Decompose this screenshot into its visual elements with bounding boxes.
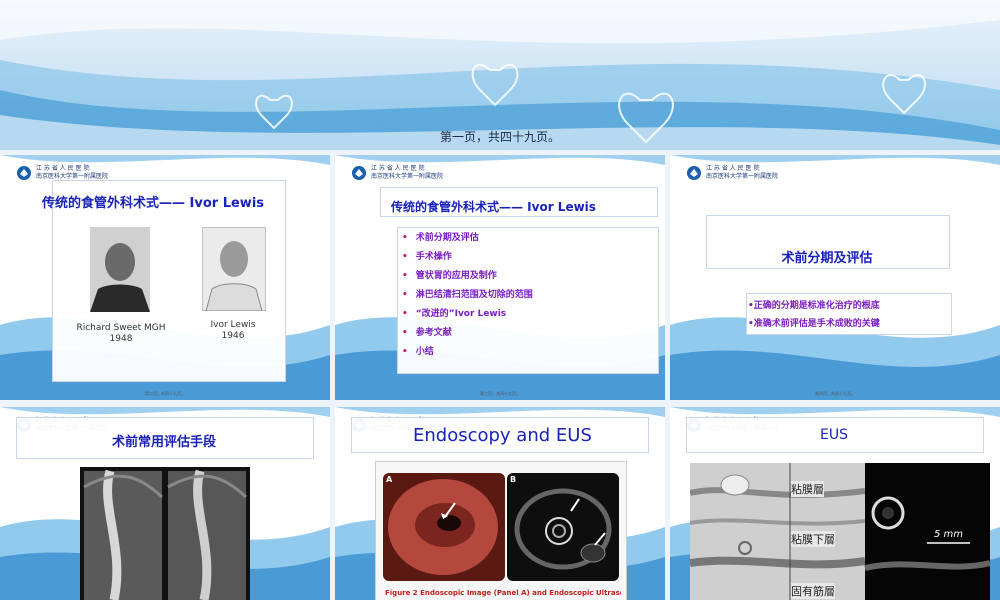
photo2-caption-year: 1946 — [221, 331, 245, 341]
photo2-caption-name: Ivor Lewis — [210, 320, 256, 330]
page-count-caption: 第一页，共四十九页。 — [439, 130, 560, 144]
photo-richard-sweet — [90, 227, 150, 312]
photo1-caption: Richard Sweet MGH 1948 — [66, 323, 176, 345]
eus-layer-label: 粘膜層 — [791, 481, 824, 497]
hospital-name: 江 苏 省 人 民 医 院 — [36, 165, 90, 172]
slide-thumbnail-5[interactable]: 江 苏 省 人 民 医 院南京医科大学第一附属医院 术前常用评估手段 — [0, 407, 330, 600]
photo1-caption-year: 1948 — [109, 334, 133, 344]
agenda-item: • “改进的”Ivor Lewis — [402, 309, 507, 319]
slide-wave-background — [670, 155, 1000, 400]
hospital-emblem-icon — [352, 166, 366, 180]
slide-title: 传统的食管外科术式—— Ivor Lewis — [42, 196, 265, 211]
slide-footer: 第三页，共四十九页。 — [480, 391, 520, 396]
photo-ivor-lewis — [202, 227, 266, 311]
panel-label-b: B — [510, 475, 517, 484]
hospital-subname: 南京医科大学第一附属医院 — [371, 173, 444, 180]
slide-thumbnail-2[interactable]: 江 苏 省 人 民 医 院南京医科大学第一附属医院 传统的食管外科术式—— Iv… — [0, 155, 330, 400]
slide-title: 术前分期及评估 — [781, 251, 873, 266]
slide-title: EUS — [820, 427, 848, 443]
endoscopic-image — [383, 473, 505, 581]
hospital-subname: 南京医科大学第一附属医院 — [706, 173, 779, 180]
hospital-logo: 江 苏 省 人 民 医 院南京医科大学第一附属医院 — [351, 165, 443, 181]
slide-footer: 第四页，共四十九页。 — [815, 391, 855, 396]
agenda-item: • 淋巴结清扫范围及切除的范围 — [402, 290, 533, 300]
photo2-caption: Ivor Lewis 1946 — [186, 320, 280, 342]
slide-title: 传统的食管外科术式—— Ivor Lewis — [391, 200, 596, 214]
slide-thumbnail-6[interactable]: 江 苏 省 人 民 医 院南京医科大学第一附属医院 Endoscopy and … — [335, 407, 665, 600]
slide-title: Endoscopy and EUS — [413, 425, 592, 446]
agenda-item: • 手术操作 — [402, 252, 452, 262]
hospital-emblem-icon — [17, 166, 31, 180]
agenda-list: • 术前分期及评估 • 手术操作 • 管状胃的应用及制作 • 淋巴结清扫范围及切除的范围… — [402, 230, 533, 363]
slide-thumbnail-7[interactable]: 江 苏 省 人 民 医 院南京医科大学第一附属医院 EUS 粘膜層 粘膜下層 固… — [670, 407, 1000, 600]
scale-label: 5 mm — [934, 529, 964, 540]
slide-title: 术前常用评估手段 — [111, 435, 216, 450]
hospital-emblem-icon — [687, 166, 701, 180]
photo1-caption-name: Richard Sweet MGH — [76, 323, 166, 333]
hospital-name: 江 苏 省 人 民 医 院 — [706, 165, 760, 172]
agenda-item: • 参考文献 — [402, 328, 452, 338]
title-banner: 第一页，共四十九页。 — [0, 0, 1000, 150]
hospital-name: 江 苏 省 人 民 医 院 — [371, 165, 425, 172]
figure-caption: Figure 2 Endoscopic Image (Panel A) and … — [385, 589, 621, 597]
eus-layer-label: 粘膜下層 — [791, 531, 835, 547]
key-point: •正确的分期是标准化治疗的根底 — [748, 301, 880, 311]
slide-thumbnail-4[interactable]: 江 苏 省 人 民 医 院南京医科大学第一附属医院 术前分期及评估 •正确的分期… — [670, 155, 1000, 400]
slide-footer: 第二页，共四十九页。 — [145, 391, 185, 396]
eus-layer-label: 固有筋層 — [791, 583, 835, 599]
panel-label-a: A — [386, 475, 393, 484]
endoscopic-ultrasound-image — [507, 473, 619, 581]
hospital-logo: 江 苏 省 人 民 医 院南京医科大学第一附属医院 — [686, 165, 778, 181]
agenda-item: • 术前分期及评估 — [402, 233, 479, 243]
barium-xray-image — [80, 467, 250, 600]
agenda-item: • 小结 — [402, 347, 434, 357]
key-point: •准确术前评估是手术成败的关键 — [748, 319, 880, 329]
agenda-item: • 管状胃的应用及制作 — [402, 271, 497, 281]
hospital-logo: 江 苏 省 人 民 医 院南京医科大学第一附属医院 — [16, 165, 108, 181]
